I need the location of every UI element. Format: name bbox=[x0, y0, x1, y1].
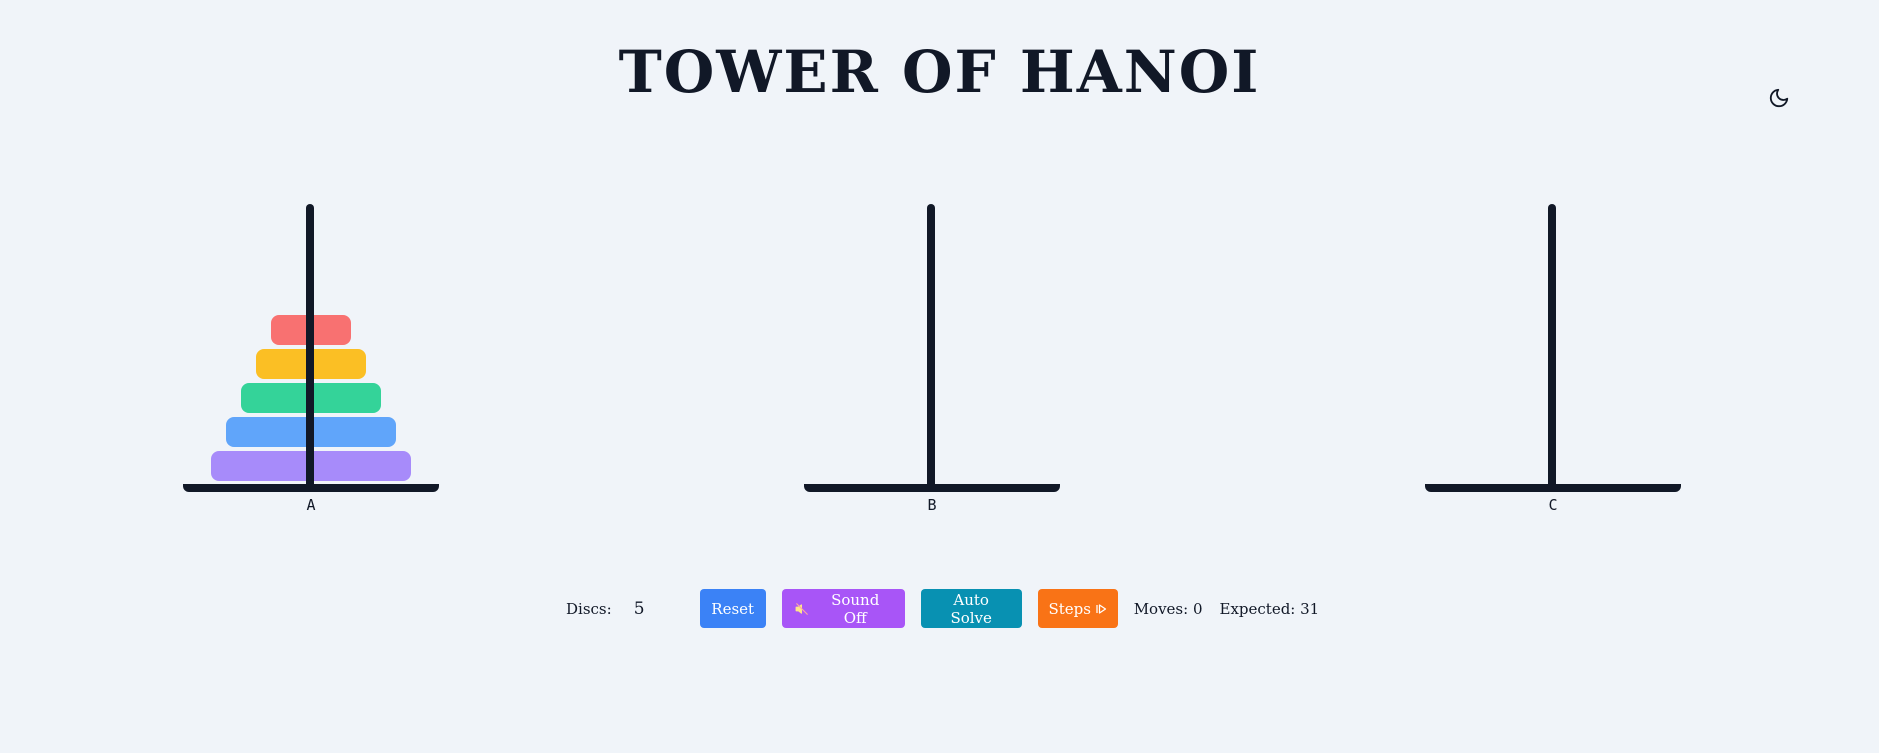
auto-solve-button[interactable]: Auto Solve bbox=[920, 589, 1022, 628]
peg-c-label: C bbox=[1548, 496, 1558, 514]
peg-a[interactable]: A bbox=[181, 200, 441, 520]
peg-c[interactable]: C bbox=[1423, 200, 1683, 520]
reset-button[interactable]: Reset bbox=[699, 589, 766, 628]
speaker-muted-icon bbox=[795, 602, 809, 616]
peg-b-rod bbox=[927, 204, 935, 492]
step-forward-icon bbox=[1095, 603, 1107, 615]
reset-button-label: Reset bbox=[711, 599, 755, 618]
sound-toggle-label: Sound Off bbox=[831, 590, 880, 627]
peg-a-rod bbox=[306, 204, 314, 492]
moon-icon bbox=[1768, 87, 1790, 113]
page-title: TOWER OF HANOI bbox=[618, 38, 1261, 106]
theme-toggle-button[interactable] bbox=[1765, 86, 1793, 114]
steps-button[interactable]: Steps bbox=[1037, 589, 1118, 628]
peg-a-label: A bbox=[306, 496, 316, 514]
discs-label: Discs: bbox=[566, 599, 612, 618]
discs-count-input[interactable]: 5 bbox=[634, 599, 700, 619]
controls-bar: Discs: 5 Reset Sound Off Auto Solve Step… bbox=[566, 589, 1336, 628]
sound-toggle-button[interactable]: Sound Off bbox=[781, 589, 905, 628]
peg-b-label: B bbox=[927, 496, 937, 514]
moves-counter: Moves: 0 bbox=[1133, 599, 1203, 618]
expected-moves: Expected: 31 bbox=[1219, 599, 1320, 618]
auto-solve-label: Auto Solve bbox=[950, 590, 992, 627]
peg-c-rod bbox=[1548, 204, 1556, 492]
peg-b[interactable]: B bbox=[802, 200, 1062, 520]
steps-label: Steps bbox=[1048, 599, 1091, 618]
